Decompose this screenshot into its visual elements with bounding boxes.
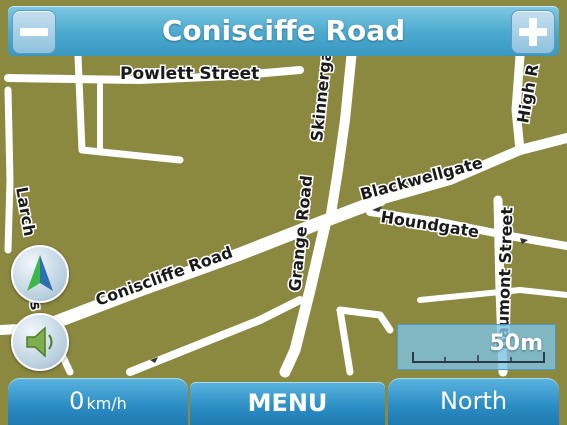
speaker-icon — [26, 326, 53, 358]
minus-icon — [13, 11, 55, 53]
title-bar: Conisciffe Road — [8, 6, 559, 56]
bottom-toolbar: 0 km/h MENU North — [0, 372, 567, 425]
plus-icon — [512, 11, 554, 53]
scale-indicator: 50m — [397, 324, 556, 370]
map-orientation-button[interactable]: North — [388, 378, 559, 425]
street-label-powlett: Powlett Street — [120, 64, 259, 84]
current-street-title: Conisciffe Road — [161, 14, 406, 47]
zoom-in-button[interactable] — [511, 10, 555, 54]
scale-bar — [412, 352, 545, 363]
speed-display[interactable]: 0 km/h — [8, 378, 188, 425]
navigation-screen: Powlett Street Skinnerga High R Larch s … — [0, 0, 567, 425]
road-larch — [4, 86, 14, 254]
speed-unit: km/h — [86, 394, 127, 413]
compass-button[interactable] — [11, 245, 69, 303]
zoom-out-button[interactable] — [12, 10, 56, 54]
menu-button[interactable]: MENU — [190, 382, 385, 425]
compass-arrow-icon — [27, 255, 53, 291]
voice-button[interactable] — [11, 313, 69, 371]
speed-value: 0 — [69, 387, 85, 415]
